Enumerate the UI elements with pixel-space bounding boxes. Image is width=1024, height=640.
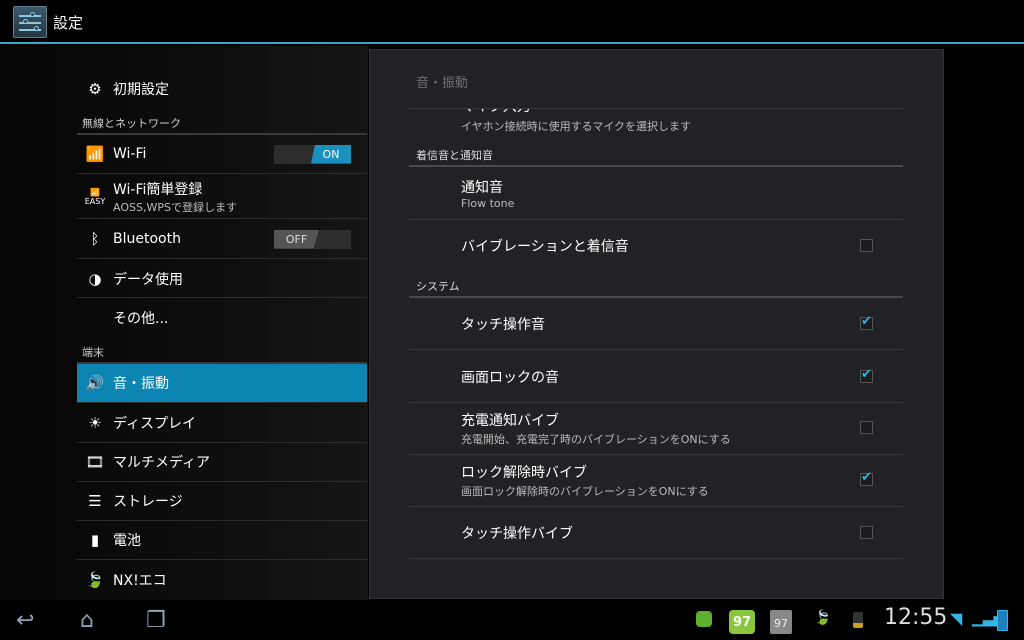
divider (409, 108, 903, 109)
battery-widget-icon[interactable]: 97 (770, 610, 792, 634)
home-icon[interactable]: ⌂ (80, 608, 94, 633)
section-header-ringtone: 着信音と通知音 (416, 149, 493, 162)
list-item-unlock-vibe[interactable]: ロック解除時バイブ 画面ロック解除時のバイブレーションをONにする (409, 456, 903, 507)
list-item-notification-sound[interactable]: 通知音 Flow tone (409, 167, 903, 220)
app-title: 設定 (53, 14, 84, 32)
data-usage-icon: ◑ (88, 269, 102, 288)
wifi-easy-icon: 📶 EASY (84, 187, 106, 206)
sidebar-item-storage[interactable]: ☰ ストレージ (77, 482, 367, 521)
app-notification-icon[interactable] (696, 611, 712, 627)
sidebar-item-eco[interactable]: 🍃 NX!エコ (77, 560, 367, 599)
section-header-network: 無線とネットワーク (82, 117, 181, 130)
sidebar-item-bluetooth[interactable]: ᛒ Bluetooth OFF (77, 220, 367, 259)
battery-icon: ▮ (90, 531, 100, 549)
list-item-charge-vibe[interactable]: 充電通知バイブ 充電開始、充電完了時のバイブレーションをONにする (409, 404, 903, 455)
sidebar-item-data-usage[interactable]: ◑ データ使用 (77, 260, 367, 298)
gear-icon: ⚙ (88, 80, 102, 98)
list-item-touch-sound[interactable]: タッチ操作音 (409, 298, 903, 350)
sidebar-item-more[interactable]: その他... (77, 299, 367, 337)
checkbox[interactable] (860, 367, 873, 383)
film-icon: 🎞 (85, 453, 105, 471)
sidebar-item-multimedia[interactable]: 🎞 マルチメディア (77, 443, 367, 482)
speaker-icon: 🔊 (85, 374, 105, 392)
sidebar-item-wifi-easy[interactable]: 📶 EASY Wi-Fi簡単登録 AOSS,WPSで登録します (77, 175, 367, 219)
leaf-icon[interactable]: 🍃 (814, 610, 831, 626)
sd-card-icon[interactable] (853, 612, 863, 628)
wifi-warning-icon[interactable]: ◥ (950, 609, 962, 628)
checkbox[interactable] (860, 314, 873, 330)
checkbox[interactable] (860, 526, 873, 539)
sound-settings-panel: 音・振動 マイク入力 音・振動 イヤホン接続時に使用するマイクを選択します 着信… (369, 49, 944, 599)
sidebar-item-wifi[interactable]: 📶 Wi-Fi ON (77, 135, 367, 174)
wifi-icon: 📶 (85, 145, 105, 163)
list-item-lock-sound[interactable]: 画面ロックの音 (409, 351, 903, 403)
sidebar-item-initial-setup[interactable]: ⚙ 初期設定 (77, 72, 367, 106)
checkbox[interactable] (860, 421, 873, 434)
panel-title-overlay: 音・振動 (416, 76, 469, 91)
section-header-device: 端末 (82, 346, 104, 359)
brightness-icon: ☀ (88, 414, 102, 432)
clock[interactable]: 12:55 (884, 605, 947, 630)
settings-sidebar: ⚙ 初期設定 無線とネットワーク 📶 Wi-Fi ON 📶 EASY Wi-Fi簡単登… (0, 46, 368, 600)
bluetooth-icon: ᛒ (90, 230, 100, 248)
section-header-system: システム (416, 280, 460, 293)
list-item-touch-vibe[interactable]: タッチ操作バイブ (409, 508, 903, 559)
wifi-toggle[interactable]: ON (274, 144, 351, 164)
sidebar-item-battery[interactable]: ▮ 電池 (77, 521, 367, 560)
list-item-vibrate-ring[interactable]: バイブレーションと着信音 (409, 221, 903, 270)
back-icon[interactable]: ↩ (16, 608, 34, 633)
android-battery-icon[interactable]: 97 (729, 610, 755, 634)
battery-icon[interactable] (997, 610, 1008, 631)
checkbox[interactable] (860, 470, 873, 486)
header-area: 音・振動 (370, 50, 943, 108)
settings-app-icon[interactable] (13, 6, 47, 38)
leaf-icon: 🍃 (85, 570, 105, 589)
action-bar: 設定 (0, 0, 1024, 44)
sidebar-item-sound[interactable]: 🔊 音・振動 (77, 364, 367, 403)
recent-apps-icon[interactable]: ❐ (146, 608, 166, 633)
storage-icon: ☰ (88, 492, 102, 510)
mic-input-subtitle: イヤホン接続時に使用するマイクを選択します (461, 120, 692, 133)
checkbox[interactable] (860, 239, 873, 252)
sidebar-item-display[interactable]: ☀ ディスプレイ (77, 404, 367, 443)
system-bar: ↩ ⌂ ❐ 97 97 🍃 12:55 ◥ ▁▃▅ (0, 600, 1024, 640)
bluetooth-toggle[interactable]: OFF (274, 229, 351, 249)
